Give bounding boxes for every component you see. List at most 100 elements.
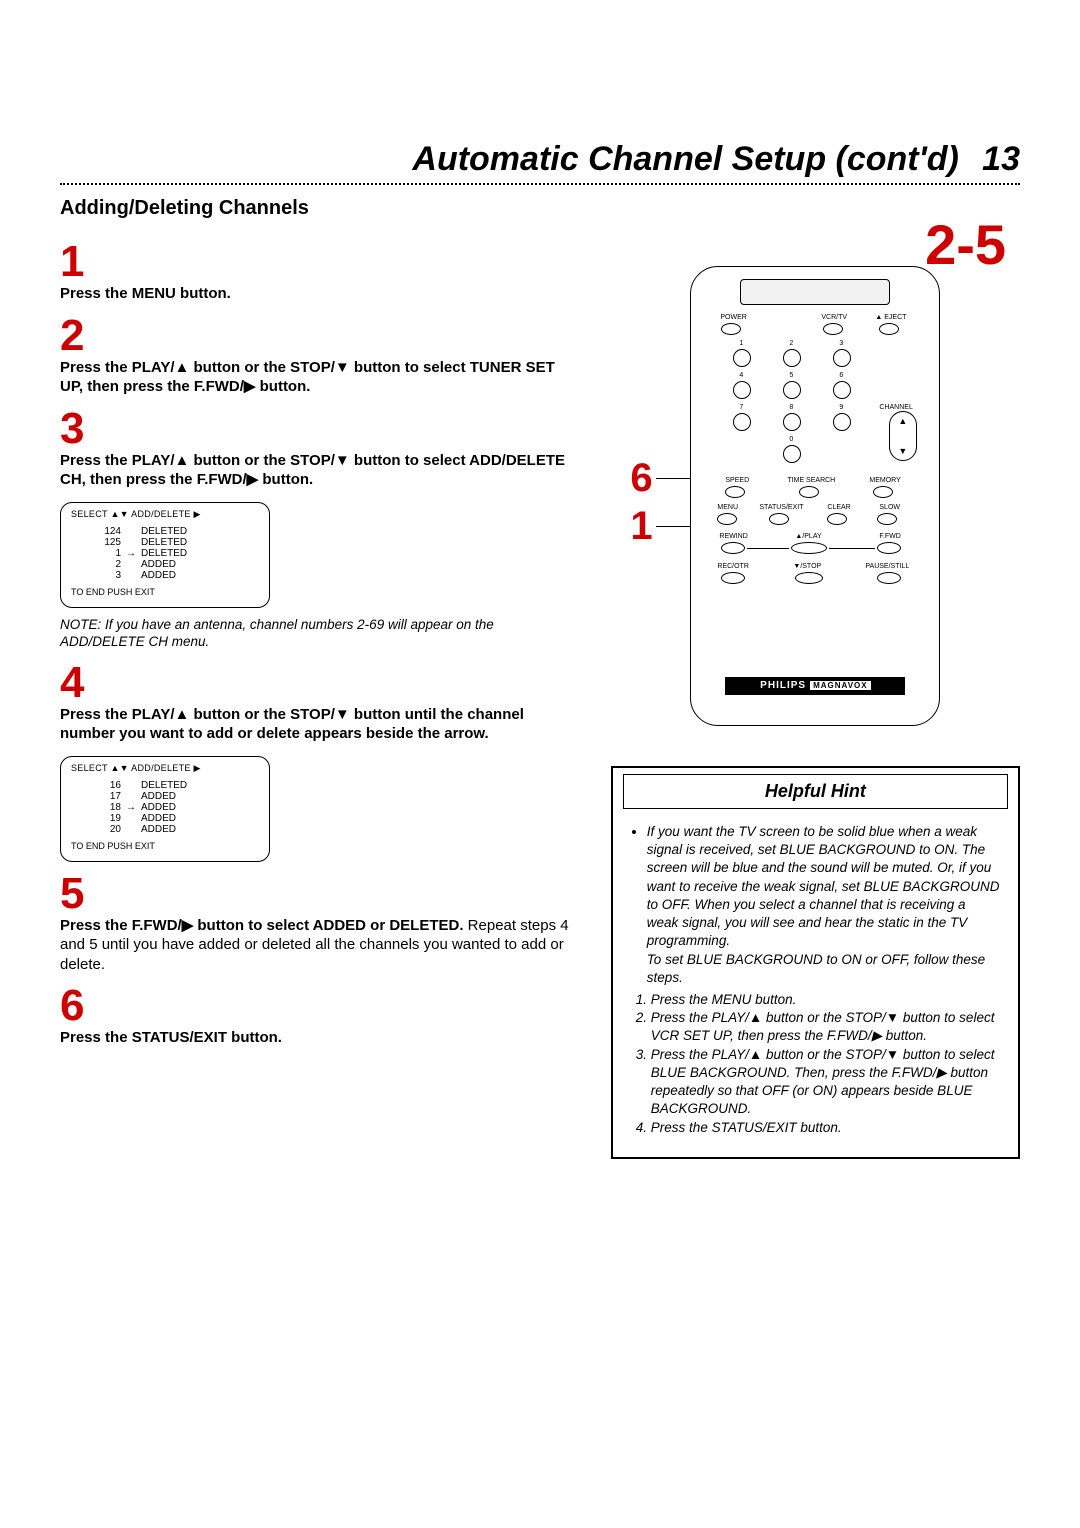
num-4-button[interactable]: [733, 381, 751, 399]
channel-rocker[interactable]: [889, 411, 917, 461]
num-2-button[interactable]: [783, 349, 801, 367]
callout-1: 1: [630, 504, 652, 549]
label-rewind: REWIND: [719, 533, 747, 540]
label-0: 0: [789, 436, 793, 443]
step-number-2: 2: [60, 314, 581, 358]
osd1-footer: TO END PUSH EXIT: [71, 587, 259, 597]
ffwd-button[interactable]: [877, 542, 901, 554]
osd-row: 2ADDED: [83, 559, 259, 570]
label-6: 6: [839, 372, 843, 379]
osd2-body: 16DELETED17ADDED18→ADDED19ADDED20ADDED: [83, 780, 259, 835]
rewind-button[interactable]: [721, 542, 745, 554]
osd-row: 17ADDED: [83, 791, 259, 802]
label-4: 4: [739, 372, 743, 379]
statusexit-button[interactable]: [769, 513, 789, 525]
hint-title: Helpful Hint: [623, 774, 1008, 809]
hint-step: Press the MENU button.: [651, 991, 1000, 1009]
osd-screen-2: SELECT ▲▼ ADD/DELETE ▶ 16DELETED17ADDED1…: [60, 756, 270, 862]
label-vcrtv: VCR/TV: [821, 314, 847, 321]
label-9: 9: [839, 404, 843, 411]
label-eject: ▲ EJECT: [875, 314, 906, 321]
step-3-note: NOTE: If you have an antenna, channel nu…: [60, 616, 581, 651]
osd-screen-1: SELECT ▲▼ ADD/DELETE ▶ 124DELETED125DELE…: [60, 502, 270, 608]
label-recotr: REC/OTR: [717, 563, 749, 570]
num-7-button[interactable]: [733, 413, 751, 431]
pausestill-button[interactable]: [877, 572, 901, 584]
osd2-footer: TO END PUSH EXIT: [71, 841, 259, 851]
osd-row: 1→DELETED: [83, 548, 259, 559]
hint-step: Press the STATUS/EXIT button.: [651, 1119, 1000, 1137]
osd-row: 125DELETED: [83, 537, 259, 548]
label-channel: CHANNEL: [879, 404, 912, 411]
play-button[interactable]: [791, 542, 827, 554]
menu-button[interactable]: [717, 513, 737, 525]
label-8: 8: [789, 404, 793, 411]
label-3: 3: [839, 340, 843, 347]
label-ffwd: F.FWD: [879, 533, 900, 540]
step-number-1: 1: [60, 240, 581, 284]
label-2: 2: [789, 340, 793, 347]
clear-button[interactable]: [827, 513, 847, 525]
osd-row: 16DELETED: [83, 780, 259, 791]
step-1-text: Press the MENU button.: [60, 284, 581, 304]
speed-button[interactable]: [725, 486, 745, 498]
transport-line-right: [829, 548, 875, 549]
memory-button[interactable]: [873, 486, 893, 498]
label-5: 5: [789, 372, 793, 379]
step-2-text: Press the PLAY/▲ button or the STOP/▼ bu…: [60, 358, 581, 397]
label-pausestill: PAUSE/STILL: [865, 563, 909, 570]
num-5-button[interactable]: [783, 381, 801, 399]
label-menu: MENU: [717, 504, 738, 511]
num-3-button[interactable]: [833, 349, 851, 367]
vcrtv-button[interactable]: [823, 323, 843, 335]
page-title: Automatic Channel Setup (cont'd): [412, 140, 958, 178]
divider: [60, 183, 1020, 185]
timesearch-button[interactable]: [799, 486, 819, 498]
label-1: 1: [739, 340, 743, 347]
label-timesearch: TIME SEARCH: [787, 477, 835, 484]
osd-row: 18→ADDED: [83, 802, 259, 813]
hint-step: Press the PLAY/▲ button or the STOP/▼ bu…: [651, 1009, 1000, 1045]
step-number-5: 5: [60, 872, 581, 916]
step-5-text: Press the F.FWD/▶ button to select ADDED…: [60, 916, 581, 975]
transport-line-left: [747, 548, 789, 549]
step-number-6: 6: [60, 984, 581, 1028]
remote-illustration: 6 1 POWER VCR/TV ▲ EJECT 1 2 3 4: [660, 266, 970, 726]
osd-row: 19ADDED: [83, 813, 259, 824]
num-8-button[interactable]: [783, 413, 801, 431]
label-power: POWER: [720, 314, 746, 321]
label-play: ▲/PLAY: [795, 533, 821, 540]
slow-button[interactable]: [877, 513, 897, 525]
step-6-text: Press the STATUS/EXIT button.: [60, 1028, 581, 1048]
label-memory: MEMORY: [869, 477, 900, 484]
remote-brand: PHILIPSMAGNAVOX: [725, 677, 905, 695]
osd-row: 20ADDED: [83, 824, 259, 835]
page-number: 13: [963, 140, 1020, 178]
osd-row: 3ADDED: [83, 570, 259, 581]
label-slow: SLOW: [879, 504, 900, 511]
step-3-text: Press the PLAY/▲ button or the STOP/▼ bu…: [60, 451, 581, 490]
callout-6: 6: [630, 456, 652, 501]
step-number-4: 4: [60, 661, 581, 705]
osd-row: 124DELETED: [83, 526, 259, 537]
hint-content: If you want the TV screen to be solid bl…: [613, 809, 1018, 1157]
num-0-button[interactable]: [783, 445, 801, 463]
hint-step: Press the PLAY/▲ button or the STOP/▼ bu…: [651, 1046, 1000, 1119]
rec-button[interactable]: [721, 572, 745, 584]
section-heading: Adding/Deleting Channels: [60, 197, 1020, 220]
label-statusexit: STATUS/EXIT: [759, 504, 803, 511]
step-number-3: 3: [60, 407, 581, 451]
power-button[interactable]: [721, 323, 741, 335]
num-1-button[interactable]: [733, 349, 751, 367]
osd2-header: SELECT ▲▼ ADD/DELETE ▶: [71, 763, 259, 774]
osd1-header: SELECT ▲▼ ADD/DELETE ▶: [71, 509, 259, 520]
num-9-button[interactable]: [833, 413, 851, 431]
label-7: 7: [739, 404, 743, 411]
step-4-text: Press the PLAY/▲ button or the STOP/▼ bu…: [60, 705, 581, 744]
stop-button[interactable]: [795, 572, 823, 584]
label-stop: ▼/STOP: [793, 563, 821, 570]
osd1-body: 124DELETED125DELETED1→DELETED2ADDED3ADDE…: [83, 526, 259, 581]
eject-button[interactable]: [879, 323, 899, 335]
helpful-hint-box: Helpful Hint If you want the TV screen t…: [611, 766, 1020, 1159]
num-6-button[interactable]: [833, 381, 851, 399]
